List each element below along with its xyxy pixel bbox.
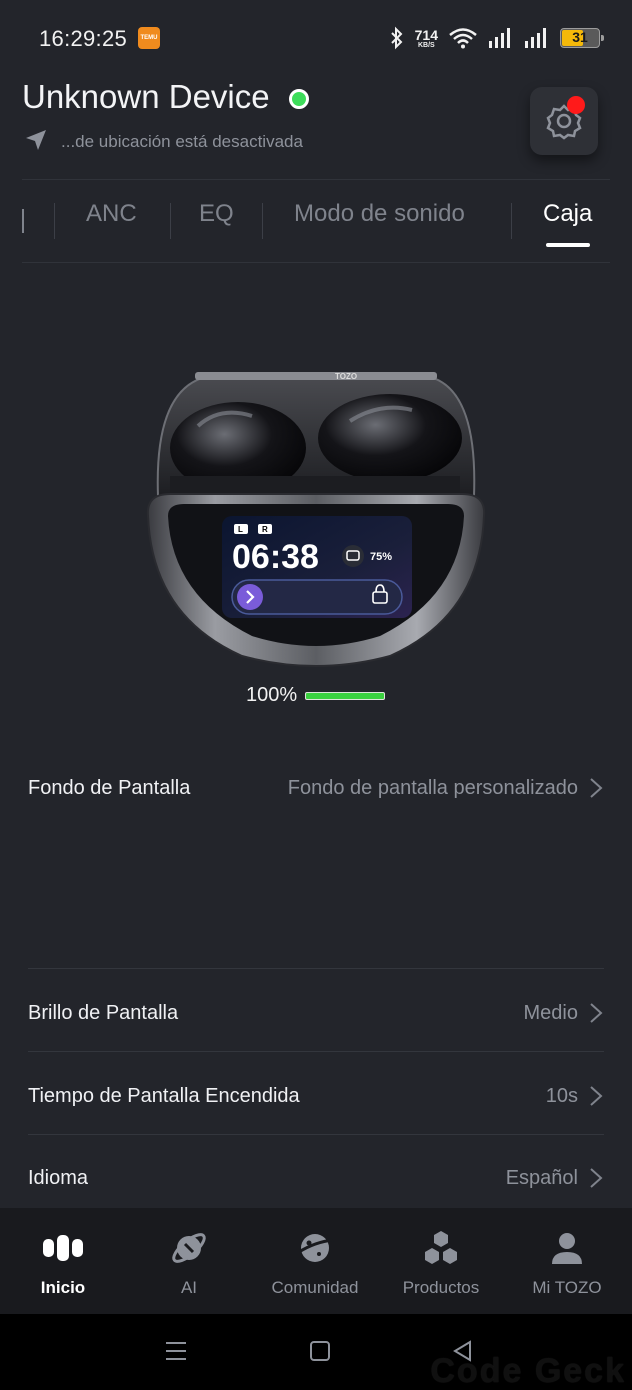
language-value: Español bbox=[505, 1166, 578, 1189]
home-icon bbox=[43, 1235, 83, 1261]
battery-icon: 31 bbox=[560, 28, 604, 48]
row-divider bbox=[28, 968, 604, 969]
screen-time-value: 10s bbox=[545, 1084, 578, 1107]
settings-button[interactable] bbox=[530, 87, 598, 155]
profile-icon bbox=[552, 1233, 582, 1264]
tab-bar: ANC EQ Modo de sonido Caja bbox=[0, 190, 632, 250]
wifi-icon bbox=[449, 28, 477, 49]
lid-brand: TOZO bbox=[335, 372, 357, 381]
tab-separator bbox=[54, 203, 55, 239]
location-arrow-icon bbox=[26, 130, 46, 150]
community-planet-icon bbox=[298, 1234, 334, 1262]
temu-notification-icon: TEMU bbox=[138, 27, 160, 49]
tabs-divider bbox=[22, 262, 610, 263]
brightness-label: Brillo de Pantalla bbox=[28, 1001, 179, 1024]
chevron-right-icon bbox=[590, 1086, 603, 1106]
tab-overflow-indicator bbox=[22, 209, 24, 233]
language-row[interactable]: Idioma Español bbox=[28, 1158, 604, 1198]
case-battery-bar bbox=[305, 691, 386, 700]
menu-icon[interactable] bbox=[163, 1338, 189, 1364]
tab-eq[interactable]: EQ bbox=[199, 200, 234, 228]
brightness-value: Medio bbox=[523, 1001, 578, 1024]
signal-icon bbox=[489, 28, 510, 48]
nav-products[interactable]: Productos bbox=[378, 1208, 504, 1314]
signal-icon bbox=[525, 28, 546, 48]
tab-sound-mode[interactable]: Modo de sonido bbox=[294, 200, 465, 228]
nav-profile[interactable]: Mi TOZO bbox=[504, 1208, 630, 1314]
case-battery-percent: 100% bbox=[246, 684, 298, 706]
location-status[interactable]: ...de ubicación está desactivada bbox=[61, 132, 303, 152]
wallpaper-label: Fondo de Pantalla bbox=[28, 776, 191, 799]
ai-planet-icon bbox=[172, 1233, 206, 1263]
wallpaper-value: Fondo de pantalla personalizado bbox=[287, 776, 578, 799]
screen-time-row[interactable]: Tiempo de Pantalla Encendida 10s bbox=[28, 1076, 604, 1116]
network-speed: 714 KB/S bbox=[414, 26, 438, 49]
nav-ai[interactable]: AI bbox=[126, 1208, 252, 1314]
chevron-right-icon bbox=[590, 778, 603, 798]
language-label: Idioma bbox=[28, 1166, 89, 1189]
nav-products-label: Productos bbox=[402, 1278, 480, 1297]
nav-ai-label: AI bbox=[180, 1278, 198, 1297]
screen-right-label: R bbox=[262, 525, 268, 534]
tab-separator bbox=[511, 203, 512, 239]
device-name: Unknown Device bbox=[22, 78, 270, 115]
status-time: 16:29:25 bbox=[39, 26, 128, 51]
screen-battery: 75% bbox=[370, 551, 392, 563]
nav-community-label: Comunidad bbox=[271, 1278, 359, 1297]
nav-home[interactable]: Inicio bbox=[0, 1208, 126, 1314]
bluetooth-icon bbox=[390, 26, 403, 50]
tab-anc[interactable]: ANC bbox=[86, 200, 137, 228]
tab-case[interactable]: Caja bbox=[543, 200, 592, 228]
products-hex-icon bbox=[425, 1231, 457, 1264]
case-battery: 100% bbox=[246, 684, 386, 707]
active-tab-indicator bbox=[546, 243, 590, 247]
screen-left-label: L bbox=[238, 525, 243, 534]
tab-separator bbox=[262, 203, 263, 239]
chevron-right-icon bbox=[590, 1168, 603, 1188]
row-divider bbox=[28, 1051, 604, 1052]
connected-status-dot bbox=[289, 89, 309, 109]
watermark: Code Geck bbox=[430, 1352, 626, 1390]
screen-time-label: Tiempo de Pantalla Encendida bbox=[28, 1084, 300, 1107]
settings-alert-dot bbox=[567, 96, 585, 114]
bottom-navigation: Inicio AI Comunidad Productos Mi TOZO bbox=[0, 1208, 632, 1314]
status-bar: 16:29:25 TEMU 714 KB/S 31 bbox=[0, 0, 632, 76]
chevron-right-icon bbox=[590, 1003, 603, 1023]
nav-profile-label: Mi TOZO bbox=[532, 1278, 602, 1297]
wallpaper-row[interactable]: Fondo de Pantalla Fondo de pantalla pers… bbox=[28, 768, 604, 808]
earbuds-case-image: TOZO L R 06:38 75% bbox=[146, 372, 486, 667]
brightness-row[interactable]: Brillo de Pantalla Medio bbox=[28, 993, 604, 1033]
tab-separator bbox=[170, 203, 171, 239]
row-divider bbox=[28, 1134, 604, 1135]
screen-clock: 06:38 bbox=[232, 538, 319, 576]
nav-community[interactable]: Comunidad bbox=[252, 1208, 378, 1314]
nav-home-label: Inicio bbox=[40, 1278, 86, 1297]
header-divider bbox=[22, 179, 610, 180]
home-square-icon[interactable] bbox=[307, 1338, 333, 1364]
